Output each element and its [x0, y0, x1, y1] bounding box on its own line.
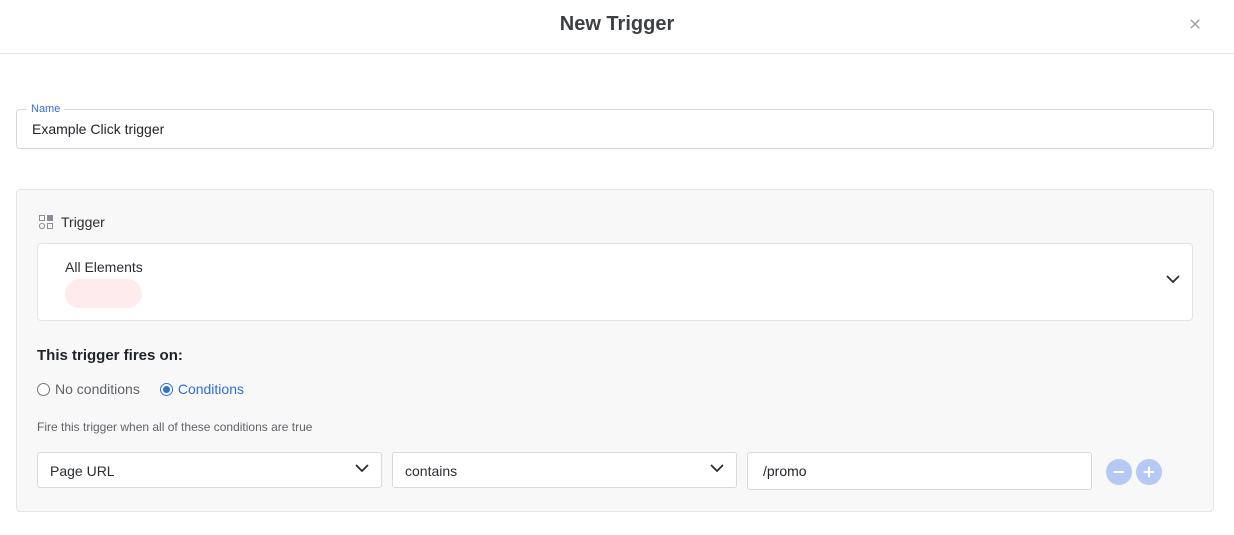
- close-button[interactable]: [1184, 13, 1206, 35]
- condition-variable-value: Page URL: [50, 463, 115, 479]
- condition-value-field[interactable]: [747, 452, 1092, 490]
- chevron-down-icon: [355, 464, 369, 472]
- name-field[interactable]: Name: [16, 102, 1214, 149]
- fires-on-heading: This trigger fires on:: [37, 347, 183, 364]
- chevron-down-icon: [710, 464, 724, 472]
- trigger-section-label: Trigger: [61, 214, 105, 230]
- fires-on-radio-group: No conditions Conditions: [37, 381, 264, 397]
- minus-icon: [1113, 471, 1125, 473]
- plus-icon: [1143, 466, 1155, 478]
- conditions-hint: Fire this trigger when all of these cond…: [37, 420, 313, 434]
- radio-conditions-control[interactable]: [159, 382, 173, 396]
- widgets-icon: [39, 215, 53, 229]
- radio-no-conditions[interactable]: No conditions: [37, 381, 140, 397]
- radio-conditions[interactable]: Conditions: [159, 381, 244, 397]
- condition-variable-select[interactable]: Page URL: [37, 452, 382, 488]
- name-input[interactable]: [32, 110, 1202, 148]
- close-icon: [1190, 19, 1200, 29]
- remove-condition-button[interactable]: [1106, 459, 1132, 485]
- condition-value-input[interactable]: [763, 453, 1083, 489]
- radio-no-conditions-control[interactable]: [37, 382, 50, 396]
- trigger-type-badge: [65, 279, 142, 308]
- chevron-down-icon: [1166, 275, 1180, 283]
- trigger-type-select[interactable]: All Elements: [37, 243, 1193, 321]
- add-condition-button[interactable]: [1136, 459, 1162, 485]
- condition-operator-value: contains: [405, 463, 458, 479]
- trigger-type-value: All Elements: [65, 259, 143, 275]
- trigger-config-panel: Trigger All Elements This trigger fires …: [16, 189, 1214, 512]
- dialog-title: New Trigger: [559, 13, 675, 35]
- trigger-section-header: Trigger: [39, 214, 105, 230]
- radio-no-conditions-label: No conditions: [55, 381, 140, 397]
- dialog-header: New Trigger: [0, 0, 1234, 54]
- radio-conditions-label: Conditions: [177, 381, 244, 397]
- condition-operator-select[interactable]: contains: [392, 452, 737, 488]
